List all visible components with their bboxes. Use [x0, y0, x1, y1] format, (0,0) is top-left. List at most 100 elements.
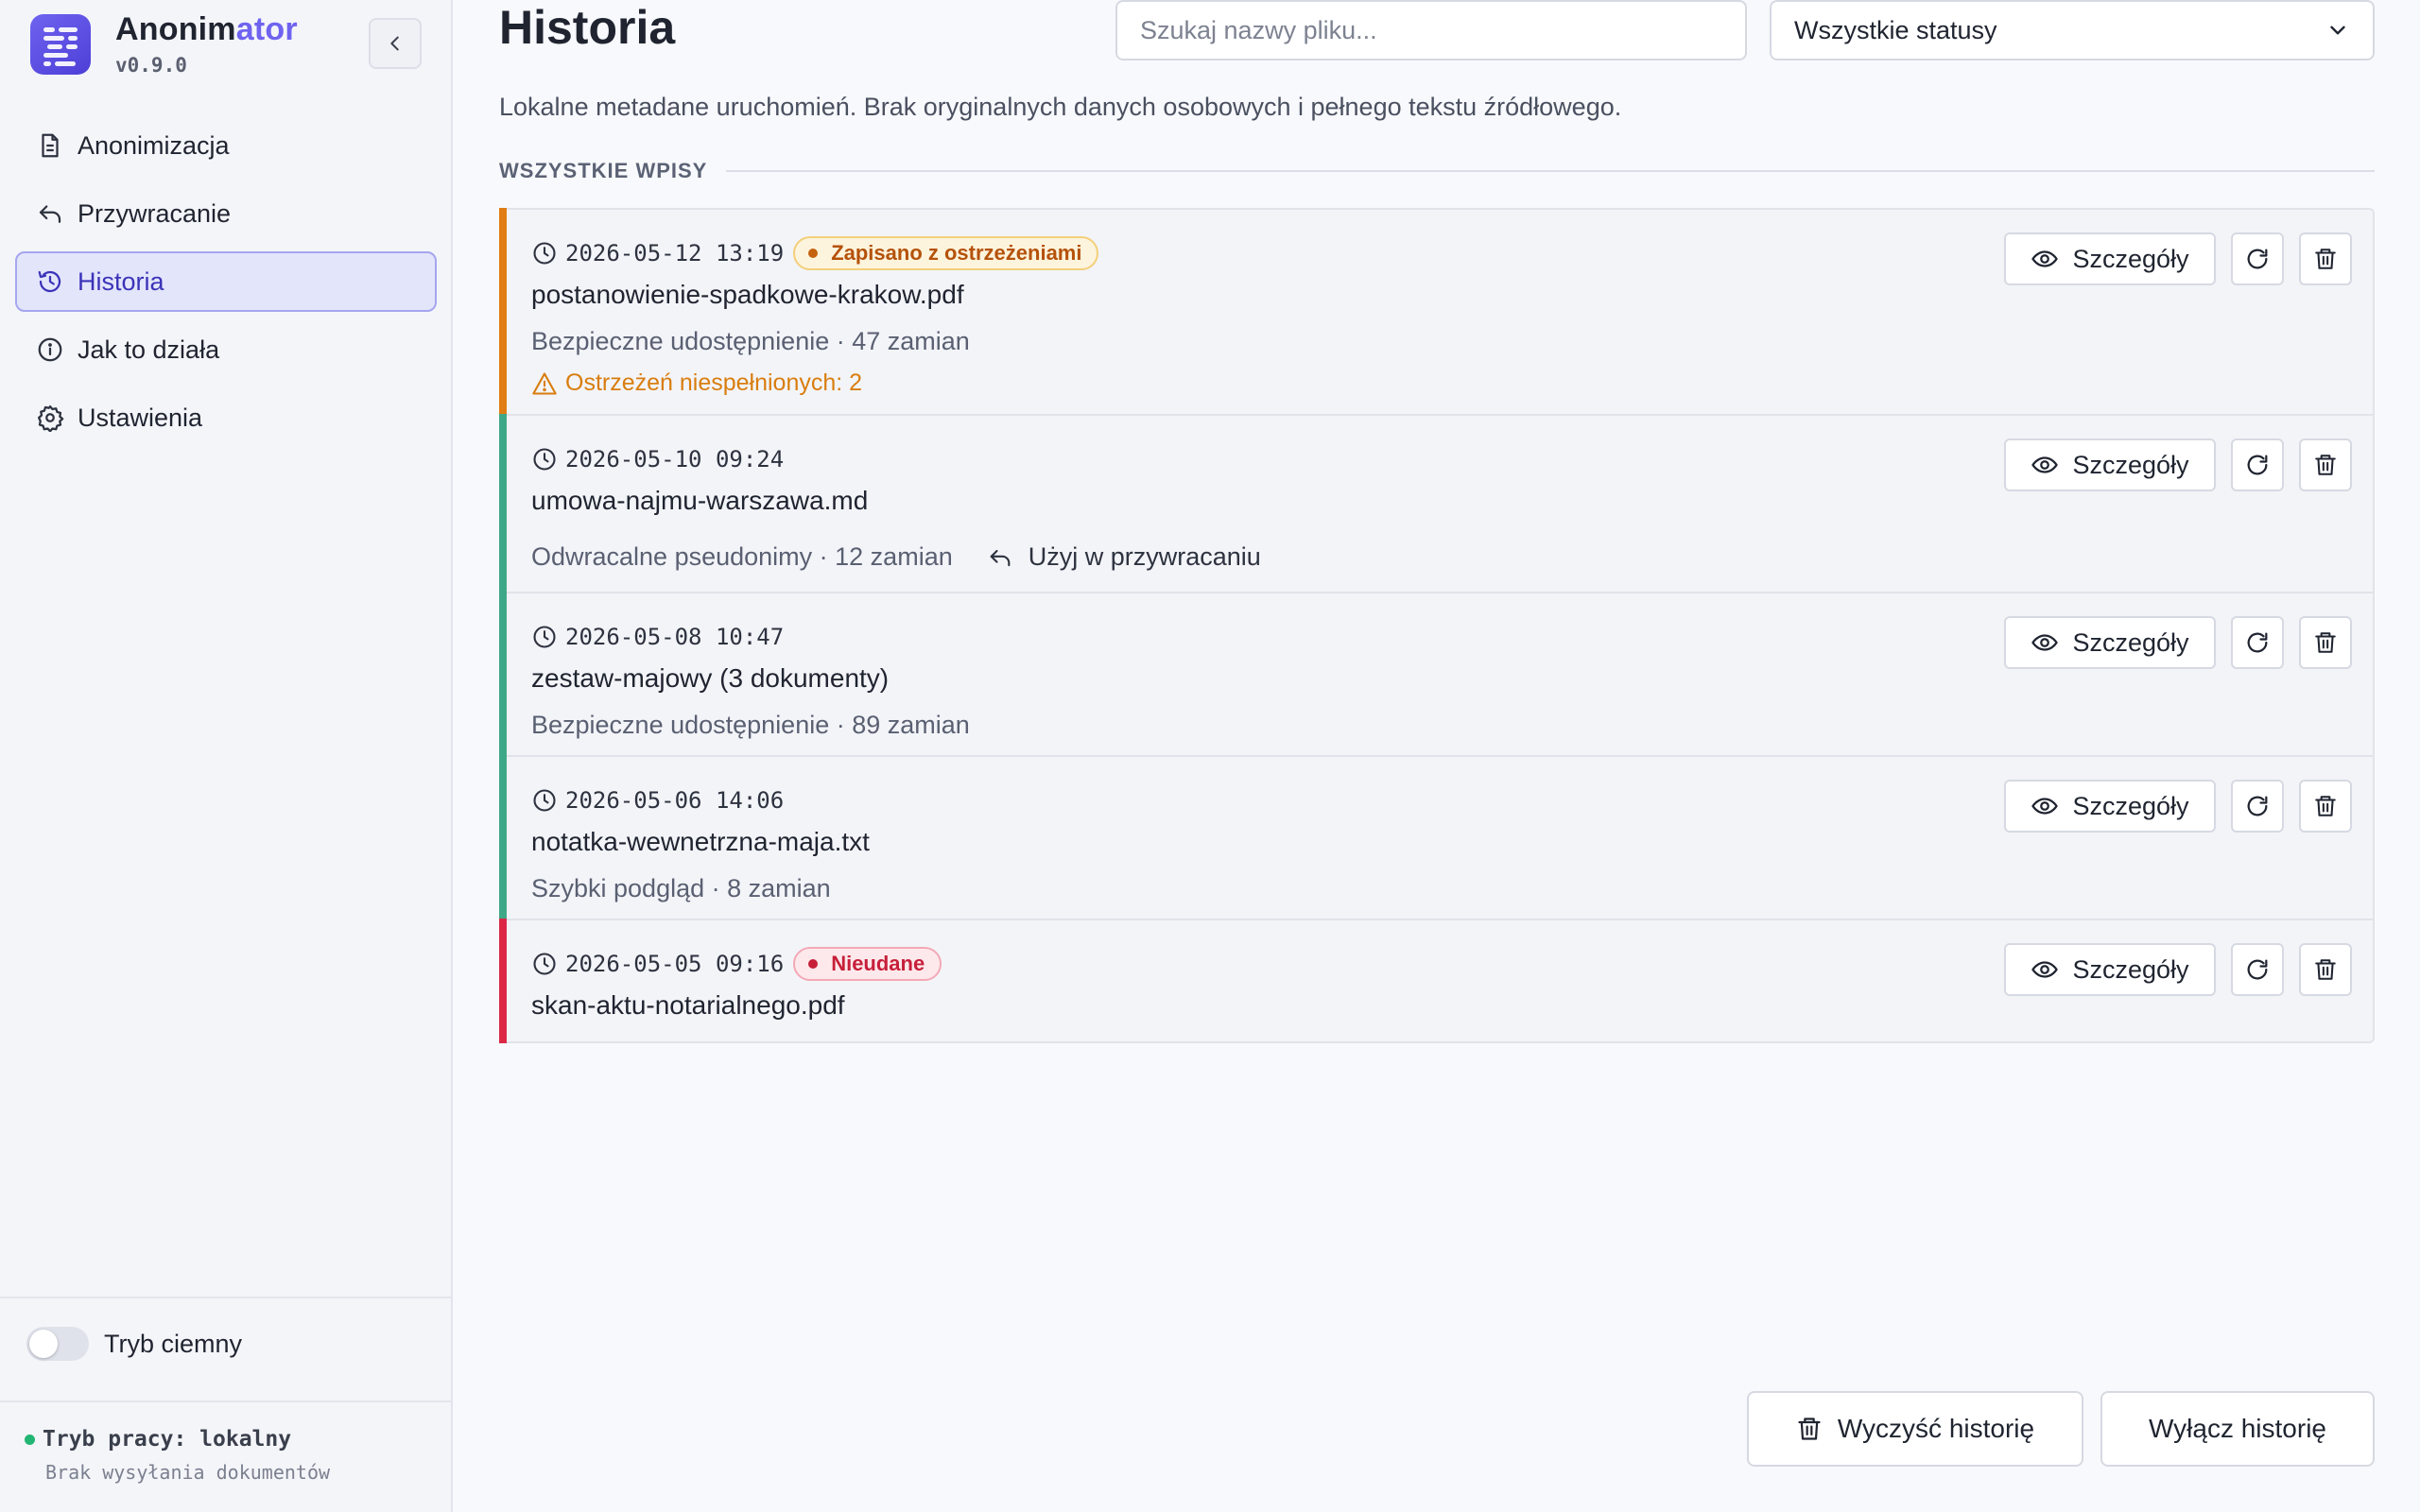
delete-entry-button[interactable]: [2299, 780, 2352, 833]
status-bar: [499, 414, 507, 593]
details-button[interactable]: Szczegóły: [2004, 616, 2216, 669]
sidebar-item-ustawienia[interactable]: Ustawienia: [15, 387, 437, 448]
entry-detail: Bezpieczne udostępnienie · 89 zamian: [531, 711, 970, 739]
dark-mode-row: Tryb ciemny: [26, 1327, 242, 1361]
entry-timestamp: 2026-05-10 09:24: [565, 446, 785, 472]
entry-warning: Ostrzeżeń niespełnionych: 2: [531, 369, 2342, 397]
details-button[interactable]: Szczegóły: [2004, 438, 2216, 491]
status-filter-value: Wszystkie statusy: [1794, 15, 1997, 44]
sidebar-item-anonimizacja[interactable]: Anonimizacja: [15, 115, 437, 176]
document-icon: [34, 129, 66, 162]
entry-actions: Szczegóły: [2004, 943, 2352, 996]
dark-mode-label: Tryb ciemny: [104, 1329, 243, 1358]
use-in-restore-link[interactable]: Użyj w przywracaniu: [987, 542, 1261, 572]
page-subtitle: Lokalne metadane uruchomień. Brak orygin…: [499, 93, 1622, 121]
brand: Anonimator v0.9.0: [30, 11, 298, 77]
entry-detail: Odwracalne pseudonimy · 12 zamian Użyj w…: [531, 542, 1261, 572]
rerun-button[interactable]: [2231, 780, 2284, 833]
gear-icon: [34, 402, 66, 434]
sidebar-item-label: Ustawienia: [78, 403, 203, 432]
sidebar: Anonimator v0.9.0 Anonimizacja Przywraca…: [0, 0, 453, 1512]
entry-timestamp: 2026-05-08 10:47: [565, 624, 785, 650]
history-list: 2026-05-12 13:19 Zapisano z ostrzeżeniam…: [499, 208, 2375, 1043]
refresh-icon: [2247, 455, 2268, 475]
rerun-button[interactable]: [2231, 943, 2284, 996]
refresh-icon: [2247, 632, 2268, 653]
search-input[interactable]: [1115, 0, 1747, 60]
dark-mode-toggle[interactable]: [26, 1327, 89, 1361]
history-entry: 2026-05-12 13:19 Zapisano z ostrzeżeniam…: [499, 208, 2373, 416]
history-icon: [34, 266, 66, 298]
refresh-icon: [2247, 959, 2268, 980]
sidebar-item-label: Przywracanie: [78, 198, 232, 228]
divider: [0, 1297, 453, 1298]
divider: [0, 1400, 453, 1402]
status-bar: [499, 755, 507, 920]
app-version: v0.9.0: [115, 54, 187, 77]
main-content: Historia Wszystkie statusy Lokalne metad…: [454, 0, 2420, 1512]
clock-icon: [531, 240, 558, 266]
warning-triangle-icon: [531, 370, 558, 397]
status-badge: Nieudane: [793, 947, 942, 981]
clock-icon: [531, 787, 558, 814]
status-filter-select[interactable]: Wszystkie statusy: [1770, 0, 2375, 60]
sidebar-nav: Anonimizacja Przywracanie Historia Jak t…: [15, 115, 437, 455]
app-logo-icon: [30, 13, 91, 75]
trash-icon: [2315, 249, 2336, 269]
clock-icon: [531, 446, 558, 472]
collapse-sidebar-button[interactable]: [369, 18, 422, 69]
work-mode-subtitle: Brak wysyłania dokumentów: [45, 1461, 331, 1484]
section-header: WSZYSTKIE WPISY: [499, 159, 2375, 183]
refresh-icon: [2247, 796, 2268, 816]
clock-icon: [531, 624, 558, 650]
section-label: WSZYSTKIE WPISY: [499, 159, 708, 182]
status-badge: Zapisano z ostrzeżeniami: [793, 236, 1099, 270]
details-button[interactable]: Szczegóły: [2004, 232, 2216, 285]
eye-icon: [2031, 792, 2059, 820]
info-icon: [34, 334, 66, 366]
trash-icon: [2315, 455, 2336, 475]
history-entry: 2026-05-06 14:06 notatka-wewnetrzna-maja…: [499, 755, 2373, 920]
status-bar: [499, 208, 507, 416]
entry-actions: Szczegóły: [2004, 438, 2352, 491]
rerun-button[interactable]: [2231, 438, 2284, 491]
disable-history-button[interactable]: Wyłącz historię: [2100, 1391, 2375, 1467]
delete-entry-button[interactable]: [2299, 943, 2352, 996]
sidebar-item-label: Anonimizacja: [78, 130, 230, 160]
trash-icon: [1796, 1416, 1823, 1442]
clear-history-button[interactable]: Wyczyść historię: [1747, 1391, 2083, 1467]
sidebar-item-przywracanie[interactable]: Przywracanie: [15, 183, 437, 244]
delete-entry-button[interactable]: [2299, 438, 2352, 491]
history-entry: 2026-05-08 10:47 zestaw-majowy (3 dokume…: [499, 592, 2373, 757]
delete-entry-button[interactable]: [2299, 616, 2352, 669]
entry-detail: Bezpieczne udostępnienie · 47 zamian: [531, 327, 970, 355]
eye-icon: [2031, 451, 2059, 479]
rerun-button[interactable]: [2231, 616, 2284, 669]
refresh-icon: [2247, 249, 2268, 269]
work-mode-title: Tryb pracy: lokalny: [43, 1427, 292, 1452]
trash-icon: [2315, 796, 2336, 816]
entry-timestamp: 2026-05-12 13:19: [565, 240, 785, 266]
work-mode-info: Tryb pracy: lokalny Brak wysyłania dokum…: [25, 1427, 330, 1484]
entry-detail: Szybki podgląd · 8 zamian: [531, 874, 831, 902]
sidebar-item-label: Jak to działa: [78, 335, 220, 364]
delete-entry-button[interactable]: [2299, 232, 2352, 285]
rerun-button[interactable]: [2231, 232, 2284, 285]
status-bar: [499, 592, 507, 757]
entry-actions: Szczegóły: [2004, 616, 2352, 669]
entry-timestamp: 2026-05-06 14:06: [565, 787, 785, 814]
undo-arrow-icon: [34, 198, 66, 230]
status-dot-icon: [25, 1434, 35, 1445]
history-entry: 2026-05-10 09:24 umowa-najmu-warszawa.md…: [499, 414, 2373, 593]
details-button[interactable]: Szczegóły: [2004, 780, 2216, 833]
eye-icon: [2031, 955, 2059, 984]
details-button[interactable]: Szczegóły: [2004, 943, 2216, 996]
status-bar: [499, 919, 507, 1043]
app-name: Anonimator: [115, 11, 298, 47]
sidebar-item-jak-to-dziala[interactable]: Jak to działa: [15, 319, 437, 380]
sidebar-item-historia[interactable]: Historia: [15, 251, 437, 312]
entry-actions: Szczegóły: [2004, 780, 2352, 833]
sidebar-item-label: Historia: [78, 266, 164, 296]
trash-icon: [2315, 632, 2336, 653]
eye-icon: [2031, 245, 2059, 273]
